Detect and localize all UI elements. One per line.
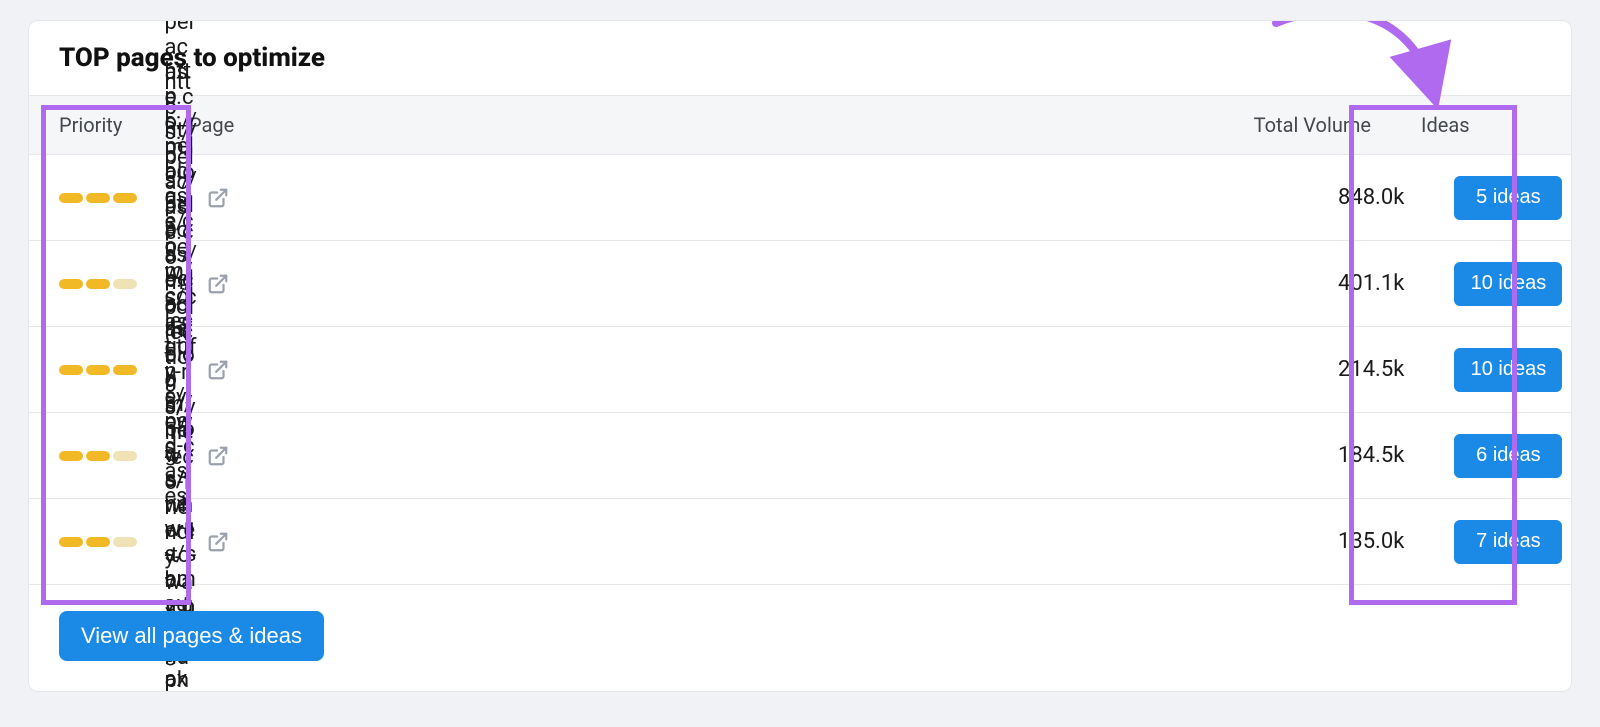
total-volume-value: 135.0k — [229, 529, 1434, 554]
table-row: https://pelacase.com/blogs/news/casetify… — [29, 155, 1571, 241]
total-volume-value: 848.0k — [229, 185, 1434, 210]
ideas-cell: 5 ideas — [1434, 176, 1571, 220]
table-body: https://pelacase.com/blogs/news/casetify… — [29, 155, 1571, 585]
top-pages-card: TOP pages to optimize Priority Page Tota… — [28, 20, 1572, 692]
total-volume-value: 401.1k — [229, 271, 1434, 296]
priority-indicator — [29, 451, 145, 461]
total-volume-value: 214.5k — [229, 357, 1434, 382]
ideas-cell: 6 ideas — [1434, 434, 1571, 478]
ideas-cell: 10 ideas — [1434, 262, 1571, 306]
priority-indicator — [29, 537, 145, 547]
col-header-ideas: Ideas — [1401, 113, 1571, 137]
table-row: https://pelacase.com/collections/ipad-ca… — [29, 241, 1571, 327]
ideas-button[interactable]: 10 ideas — [1454, 262, 1562, 306]
ideas-button[interactable]: 7 ideas — [1454, 520, 1562, 564]
table-row: https://pelacase.com/blogs/news/where-to… — [29, 413, 1571, 499]
ideas-cell: 10 ideas — [1434, 348, 1571, 392]
card-footer: View all pages & ideas — [29, 585, 1571, 691]
priority-indicator — [29, 365, 145, 375]
view-all-button[interactable]: View all pages & ideas — [59, 611, 324, 661]
total-volume-value: 184.5k — [229, 443, 1434, 468]
external-link-icon[interactable] — [207, 531, 229, 553]
ideas-button[interactable]: 6 ideas — [1454, 434, 1562, 478]
table-row: https://pelacase.com/collections/vine-ec… — [29, 327, 1571, 413]
table-row: https://pelacase.com/blogs/news/samsung-… — [29, 499, 1571, 585]
col-header-volume: Total Volume — [1201, 113, 1401, 137]
col-header-page: Page — [169, 113, 1201, 137]
card-title: TOP pages to optimize — [29, 21, 1571, 95]
ideas-button[interactable]: 5 ideas — [1454, 176, 1562, 220]
ideas-cell: 7 ideas — [1434, 520, 1571, 564]
priority-indicator — [29, 279, 145, 289]
table-header: Priority Page Total Volume Ideas — [29, 95, 1571, 155]
ideas-button[interactable]: 10 ideas — [1454, 348, 1562, 392]
priority-indicator — [29, 193, 145, 203]
